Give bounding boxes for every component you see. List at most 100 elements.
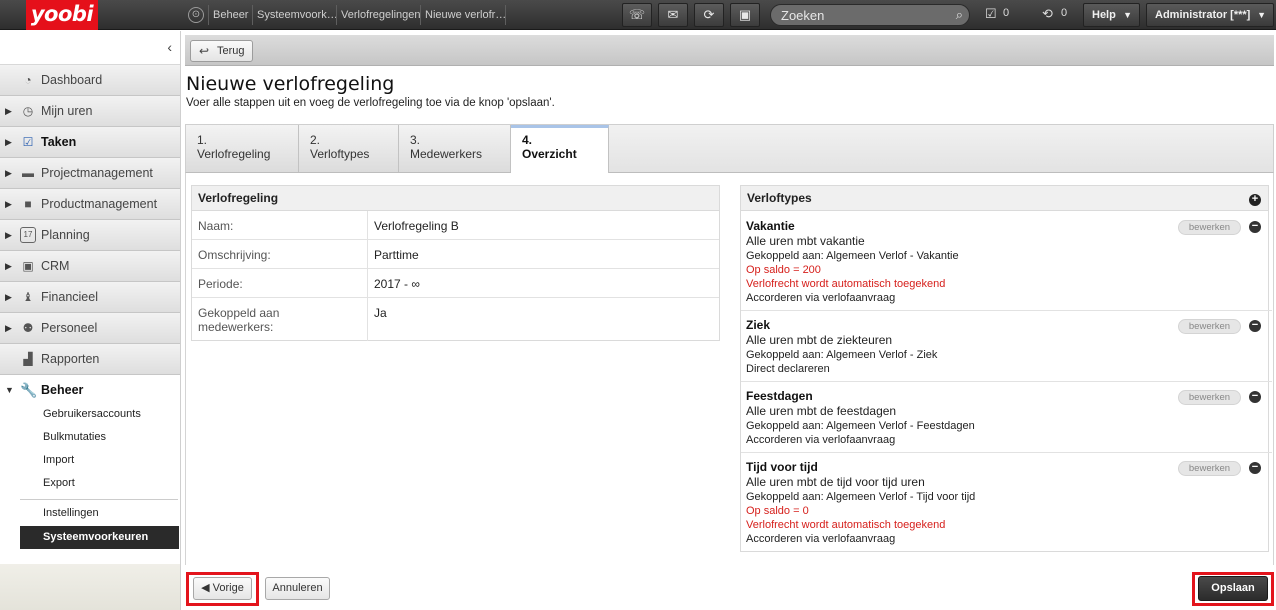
sidebar-item-financieel[interactable]: ▶ ♝ Financieel: [0, 282, 180, 313]
expand-arrow-icon[interactable]: ▶: [5, 106, 12, 117]
column-divider: [367, 269, 368, 297]
remove-icon[interactable]: −: [1249, 462, 1261, 474]
sidebar-item-label: Dashboard: [41, 73, 103, 87]
sidebar-item-dashboard[interactable]: ◔ Dashboard: [0, 65, 180, 96]
yoobi-logo[interactable]: yoobi: [26, 0, 98, 30]
help-label: Help: [1092, 9, 1116, 21]
mail-icon[interactable]: ✉: [658, 3, 688, 27]
sidebar-item-crm[interactable]: ▶ ▣ CRM: [0, 251, 180, 282]
back-button[interactable]: ↩ Terug: [190, 40, 253, 62]
search-icon[interactable]: ⌕: [956, 7, 963, 23]
verloftype-approval: Accorderen via verlofaanvraag: [746, 533, 896, 545]
previous-button[interactable]: ◀ Vorige: [193, 577, 252, 600]
chart-icon: ▟: [23, 352, 33, 366]
breadcrumb-home-icon[interactable]: ⊙: [188, 7, 204, 23]
tab-label: Verlofregeling: [197, 147, 271, 161]
breadcrumb-beheer[interactable]: Beheer: [208, 5, 252, 25]
tab-label: Verloftypes: [310, 147, 370, 161]
edit-button[interactable]: bewerken: [1178, 390, 1241, 405]
back-label: Terug: [217, 45, 245, 57]
expand-arrow-icon[interactable]: ▶: [5, 199, 12, 210]
box-icon: ■: [24, 197, 32, 211]
contact-icon[interactable]: ▣: [730, 3, 760, 27]
breadcrumb-verlofregelingen[interactable]: Verlofregelingen: [336, 5, 420, 25]
contact-card-icon: ▣: [22, 259, 34, 273]
sidebar-sub-import[interactable]: Import: [43, 454, 74, 466]
verloftype-linked: Gekoppeld aan: Algemeen Verlof - Feestda…: [746, 420, 975, 432]
verloftype-auto-grant: Verlofrecht wordt automatisch toegekend: [746, 519, 946, 531]
remove-icon[interactable]: −: [1249, 320, 1261, 332]
verloftype-title: Feestdagen: [746, 389, 813, 403]
expand-arrow-icon[interactable]: ▶: [5, 230, 12, 241]
tab-number: 4.: [522, 133, 533, 147]
field-label: Omschrijving:: [198, 248, 271, 262]
verloftype-description: Alle uren mbt vakantie: [746, 234, 865, 248]
refresh-icon[interactable]: ⟳: [694, 3, 724, 27]
sidebar-item-projectmanagement[interactable]: ▶ ▬ Projectmanagement: [0, 158, 180, 189]
add-verloftype-icon[interactable]: +: [1249, 194, 1261, 206]
sidebar-sub-export[interactable]: Export: [43, 477, 75, 489]
cancel-button[interactable]: Annuleren: [265, 577, 330, 600]
sidebar-sub-instellingen[interactable]: Instellingen: [43, 507, 99, 519]
search-box[interactable]: ⌕: [770, 4, 970, 26]
sidebar-item-beheer[interactable]: ▼ 🔧 Beheer: [0, 375, 180, 406]
collapse-arrow-icon[interactable]: ▼: [5, 385, 14, 395]
sidebar-item-personeel[interactable]: ▶ ⚉ Personeel: [0, 313, 180, 344]
tab-medewerkers[interactable]: 3. Medewerkers: [399, 125, 511, 172]
expand-arrow-icon[interactable]: ▶: [5, 292, 12, 303]
sync-count: 0: [1061, 7, 1068, 19]
chevron-down-icon: ▼: [1257, 10, 1266, 20]
sidebar-sub-systeemvoorkeuren[interactable]: Systeemvoorkeuren: [20, 526, 179, 549]
tab-verloftypes[interactable]: 2. Verloftypes: [299, 125, 399, 172]
tab-number: 2.: [310, 133, 321, 147]
clipboard-check-icon: ☑: [22, 135, 34, 149]
expand-arrow-icon[interactable]: ▶: [5, 168, 12, 179]
help-dropdown[interactable]: Help ▼: [1083, 3, 1140, 27]
verloftypes-card: Verloftypes + Vakantie Alle uren mbt vak…: [740, 185, 1272, 552]
chevron-left-icon[interactable]: ‹: [167, 39, 172, 55]
sidebar-item-taken[interactable]: ▶ ☑ Taken: [0, 127, 180, 158]
sidebar-item-label: CRM: [41, 259, 70, 273]
user-dropdown[interactable]: Administrator [***] ▼: [1146, 3, 1274, 27]
sidebar-item-label: Financieel: [41, 290, 98, 304]
verloftype-item-vakantie: Vakantie Alle uren mbt vakantie Gekoppel…: [741, 212, 1272, 311]
sidebar-item-productmanagement[interactable]: ▶ ■ Productmanagement: [0, 189, 180, 220]
sidebar-sub-bulkmutaties[interactable]: Bulkmutaties: [43, 431, 106, 443]
verloftype-linked: Gekoppeld aan: Algemeen Verlof - Tijd vo…: [746, 491, 976, 503]
verloftype-item-ziek: Ziek Alle uren mbt de ziekteuren Gekoppe…: [741, 311, 1272, 382]
people-icon: ⚉: [22, 321, 34, 335]
sidebar-item-label: Beheer: [41, 383, 84, 397]
sidebar-item-planning[interactable]: ▶ 17 Planning: [0, 220, 180, 251]
save-button[interactable]: Opslaan: [1198, 576, 1268, 601]
table-row: Naam: Verlofregeling B: [192, 211, 719, 240]
field-value: Parttime: [374, 248, 419, 262]
edit-button[interactable]: bewerken: [1178, 461, 1241, 476]
field-value: Verlofregeling B: [374, 219, 459, 233]
table-row: Gekoppeld aan medewerkers: Ja: [192, 298, 719, 341]
expand-arrow-icon[interactable]: ▶: [5, 261, 12, 272]
tab-number: 3.: [410, 133, 421, 147]
expand-arrow-icon[interactable]: ▶: [5, 137, 12, 148]
table-row: Omschrijving: Parttime: [192, 240, 719, 269]
sync-icon[interactable]: ⟲: [1042, 6, 1053, 22]
edit-button[interactable]: bewerken: [1178, 220, 1241, 235]
sidebar-sub-gebruikersaccounts[interactable]: Gebruikersaccounts: [43, 408, 141, 420]
edit-button[interactable]: bewerken: [1178, 319, 1241, 334]
sidebar-collapse[interactable]: ‹: [0, 31, 180, 65]
breadcrumb-systeemvoorkeuren[interactable]: Systeemvoork…: [252, 5, 336, 25]
tab-verlofregeling[interactable]: 1. Verlofregeling: [186, 125, 299, 172]
phone-icon[interactable]: ☏: [622, 3, 652, 27]
sidebar-item-mijn-uren[interactable]: ▶ ◷ Mijn uren: [0, 96, 180, 127]
tab-overzicht[interactable]: 4. Overzicht: [511, 125, 609, 173]
breadcrumb-nieuwe-verlofregeling[interactable]: Nieuwe verlofr…: [420, 5, 506, 25]
money-bag-icon: ♝: [22, 290, 34, 304]
remove-icon[interactable]: −: [1249, 391, 1261, 403]
verloftype-description: Alle uren mbt de feestdagen: [746, 404, 897, 418]
sidebar-item-rapporten[interactable]: ▟ Rapporten: [0, 344, 180, 375]
tasks-icon[interactable]: ☑: [985, 6, 997, 22]
verloftype-item-tijd-voor-tijd: Tijd voor tijd Alle uren mbt de tijd voo…: [741, 453, 1272, 552]
search-input[interactable]: [781, 7, 941, 23]
remove-icon[interactable]: −: [1249, 221, 1261, 233]
expand-arrow-icon[interactable]: ▶: [5, 323, 12, 334]
sidebar: ‹ ◔ Dashboard ▶ ◷ Mijn uren ▶ ☑ Taken ▶ …: [0, 31, 181, 610]
